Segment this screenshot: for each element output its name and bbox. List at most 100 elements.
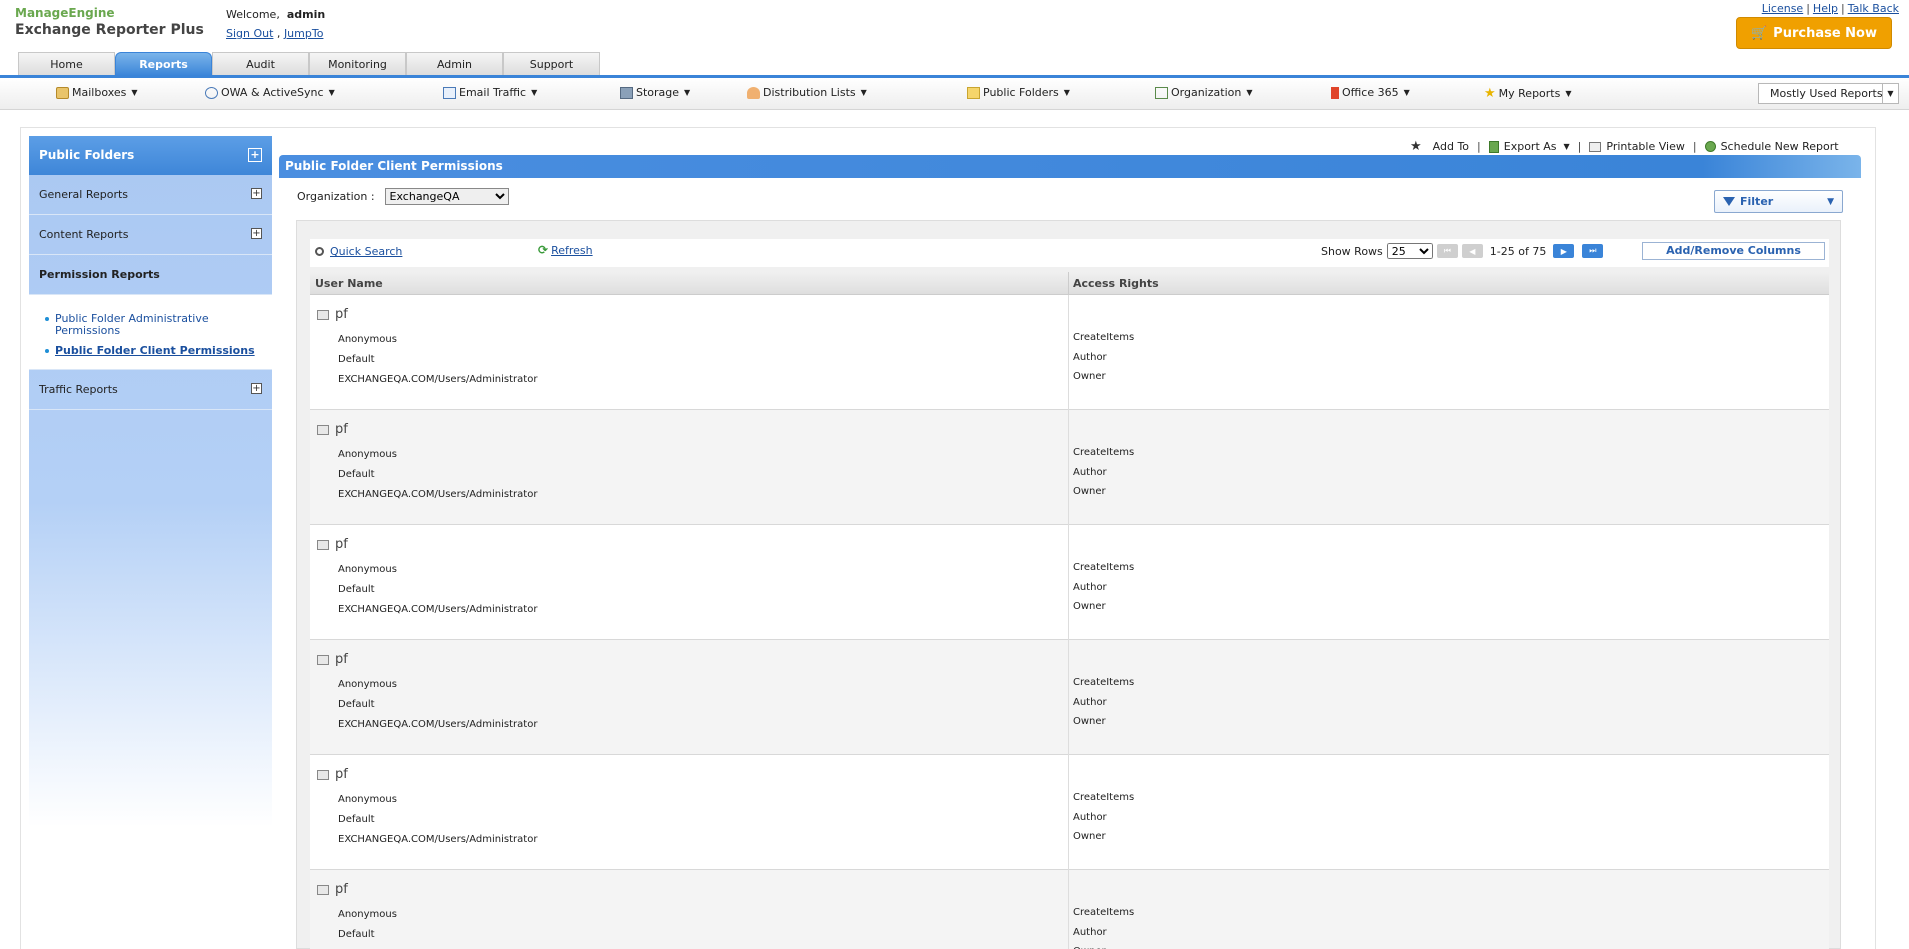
sidebar-item-general-reports[interactable]: General Reports + <box>29 175 272 215</box>
folder-name: pf <box>335 652 348 667</box>
talk-back-link[interactable]: Talk Back <box>1848 2 1899 15</box>
quick-search[interactable]: Quick Search <box>315 245 402 258</box>
sidebar-subitems: Public Folder Administrative Permissions… <box>29 295 272 370</box>
refresh-control[interactable]: ⟳ Refresh <box>538 243 593 257</box>
access-rights-cell: CreateItems <box>1073 907 1135 918</box>
expand-all-icon[interactable]: + <box>248 148 262 162</box>
access-rights-cell: Author <box>1073 697 1107 708</box>
user-name-cell: Anonymous <box>338 334 397 345</box>
tab-reports[interactable]: Reports <box>115 52 212 76</box>
organization-label: Organization : <box>297 190 375 203</box>
access-rights-cell: Author <box>1073 352 1107 363</box>
sign-out-link[interactable]: Sign Out <box>226 27 273 40</box>
menu-office-365[interactable]: Office 365 ▼ <box>1331 86 1410 99</box>
folder-row[interactable]: pf <box>317 652 348 667</box>
sidebar-subitem[interactable]: Public Folder Administrative Permissions <box>43 313 264 337</box>
user-name-cell: EXCHANGEQA.COM/Users/Administrator <box>338 604 538 615</box>
sidebar-item-traffic-reports[interactable]: Traffic Reports + <box>29 370 272 410</box>
globe-icon <box>205 86 218 99</box>
menu-mailboxes[interactable]: Mailboxes ▼ <box>56 86 138 99</box>
folder-row[interactable]: pf <box>317 767 348 782</box>
folder-row[interactable]: pf <box>317 882 348 897</box>
organization-select[interactable]: ExchangeQA <box>384 188 509 205</box>
sidebar-item-permission-reports[interactable]: Permission Reports <box>29 255 272 295</box>
header: ManageEngine Exchange Reporter Plus Welc… <box>0 0 1909 76</box>
access-rights-cell: CreateItems <box>1073 792 1135 803</box>
tab-audit[interactable]: Audit <box>212 52 309 76</box>
purchase-now-button[interactable]: 🛒 Purchase Now <box>1736 17 1892 49</box>
access-rights-cell: CreateItems <box>1073 332 1135 343</box>
access-rights-cell: Author <box>1073 927 1107 938</box>
logo[interactable]: ManageEngine Exchange Reporter Plus <box>15 6 204 38</box>
show-rows-label: Show Rows <box>1321 244 1383 258</box>
column-user-name[interactable]: User Name <box>315 277 383 290</box>
mostly-used-reports-dropdown[interactable]: Mostly Used Reports ▼ <box>1758 83 1899 104</box>
printer-icon <box>1589 141 1602 152</box>
access-rights-cell: CreateItems <box>1073 677 1135 688</box>
menu-storage[interactable]: Storage ▼ <box>620 86 690 99</box>
cart-icon: 🛒 <box>1750 25 1768 41</box>
folder-icon <box>317 884 329 895</box>
user-name-cell: Anonymous <box>338 679 397 690</box>
refresh-icon: ⟳ <box>538 243 549 257</box>
tab-monitoring[interactable]: Monitoring <box>309 52 406 76</box>
user-name-cell: Anonymous <box>338 449 397 460</box>
sidebar: Public Folders + General Reports + Conten… <box>29 136 272 949</box>
access-rights-cell: CreateItems <box>1073 447 1135 458</box>
pf-client-permissions-link[interactable]: Public Folder Client Permissions <box>55 344 255 357</box>
tab-admin[interactable]: Admin <box>406 52 503 76</box>
menu-organization[interactable]: Organization ▼ <box>1155 86 1252 99</box>
tab-support[interactable]: Support <box>503 52 600 76</box>
mailbox-icon <box>56 86 69 99</box>
expand-icon[interactable]: + <box>251 188 262 199</box>
folder-name: pf <box>335 307 348 322</box>
expand-icon[interactable]: + <box>251 228 262 239</box>
jumpto-link[interactable]: JumpTo <box>284 27 324 40</box>
help-link[interactable]: Help <box>1813 2 1838 15</box>
access-rights-cell: Author <box>1073 467 1107 478</box>
filter-icon <box>1723 197 1735 206</box>
column-access-rights[interactable]: Access Rights <box>1073 277 1159 290</box>
tab-home[interactable]: Home <box>18 52 115 76</box>
license-link[interactable]: License <box>1762 2 1803 15</box>
next-page-button[interactable]: ▶ <box>1553 244 1575 258</box>
first-page-button[interactable]: ⏮ <box>1436 244 1458 258</box>
schedule-new-report-button[interactable]: Schedule New Report <box>1704 140 1839 153</box>
sidebar-subitem[interactable]: Public Folder Client Permissions <box>43 345 264 357</box>
main-tabs: Home Reports Audit Monitoring Admin Supp… <box>18 52 600 76</box>
report-actions: ★ Add To | Export As ▼ | Printable View | … <box>1410 139 1839 154</box>
access-rights-cell: CreateItems <box>1073 562 1135 573</box>
table-body: pf Anonymous Default EXCHANGEQA.COM/Users/A… <box>310 295 1829 949</box>
user-name-cell: EXCHANGEQA.COM/Users/Administrator <box>338 834 538 845</box>
last-page-button[interactable]: ⏭ <box>1582 244 1604 258</box>
menu-email-traffic[interactable]: Email Traffic ▼ <box>443 86 537 99</box>
menu-my-reports[interactable]: ★ My Reports ▼ <box>1484 86 1572 101</box>
welcome-area: Welcome, admin Sign Out , JumpTo <box>226 8 326 40</box>
username: admin <box>286 8 326 21</box>
rows-per-page-select[interactable]: 25 <box>1386 243 1433 259</box>
folder-icon <box>967 86 980 99</box>
filter-button[interactable]: Filter ▼ <box>1714 190 1843 213</box>
refresh-link[interactable]: Refresh <box>551 244 593 257</box>
folder-row[interactable]: pf <box>317 422 348 437</box>
previous-page-button[interactable]: ◀ <box>1461 244 1483 258</box>
table-row-group: pf Anonymous Default EXCHANGEQA.COM/Users/A… <box>310 755 1829 870</box>
sidebar-item-content-reports[interactable]: Content Reports + <box>29 215 272 255</box>
quick-search-link[interactable]: Quick Search <box>330 245 402 258</box>
folder-row[interactable]: pf <box>317 307 348 322</box>
access-rights-cell: Owner <box>1073 486 1106 497</box>
add-remove-columns-button[interactable]: Add/Remove Columns <box>1642 242 1825 260</box>
folder-row[interactable]: pf <box>317 537 348 552</box>
printable-view-button[interactable]: Printable View <box>1589 140 1685 153</box>
menu-owa-activesync[interactable]: OWA & ActiveSync ▼ <box>205 86 335 99</box>
chevron-down-icon: ▼ <box>1827 197 1834 207</box>
page-info: 1-25 of 75 <box>1489 244 1547 258</box>
menu-public-folders[interactable]: Public Folders ▼ <box>967 86 1070 99</box>
access-rights-cell: Author <box>1073 812 1107 823</box>
menu-distribution-lists[interactable]: Distribution Lists ▼ <box>747 86 867 99</box>
access-rights-cell: Owner <box>1073 601 1106 612</box>
add-to-button[interactable]: ★ Add To <box>1410 139 1469 154</box>
expand-icon[interactable]: + <box>251 383 262 394</box>
pf-admin-permissions-link[interactable]: Public Folder Administrative Permissions <box>55 312 209 337</box>
export-as-button[interactable]: Export As ▼ <box>1488 140 1570 153</box>
